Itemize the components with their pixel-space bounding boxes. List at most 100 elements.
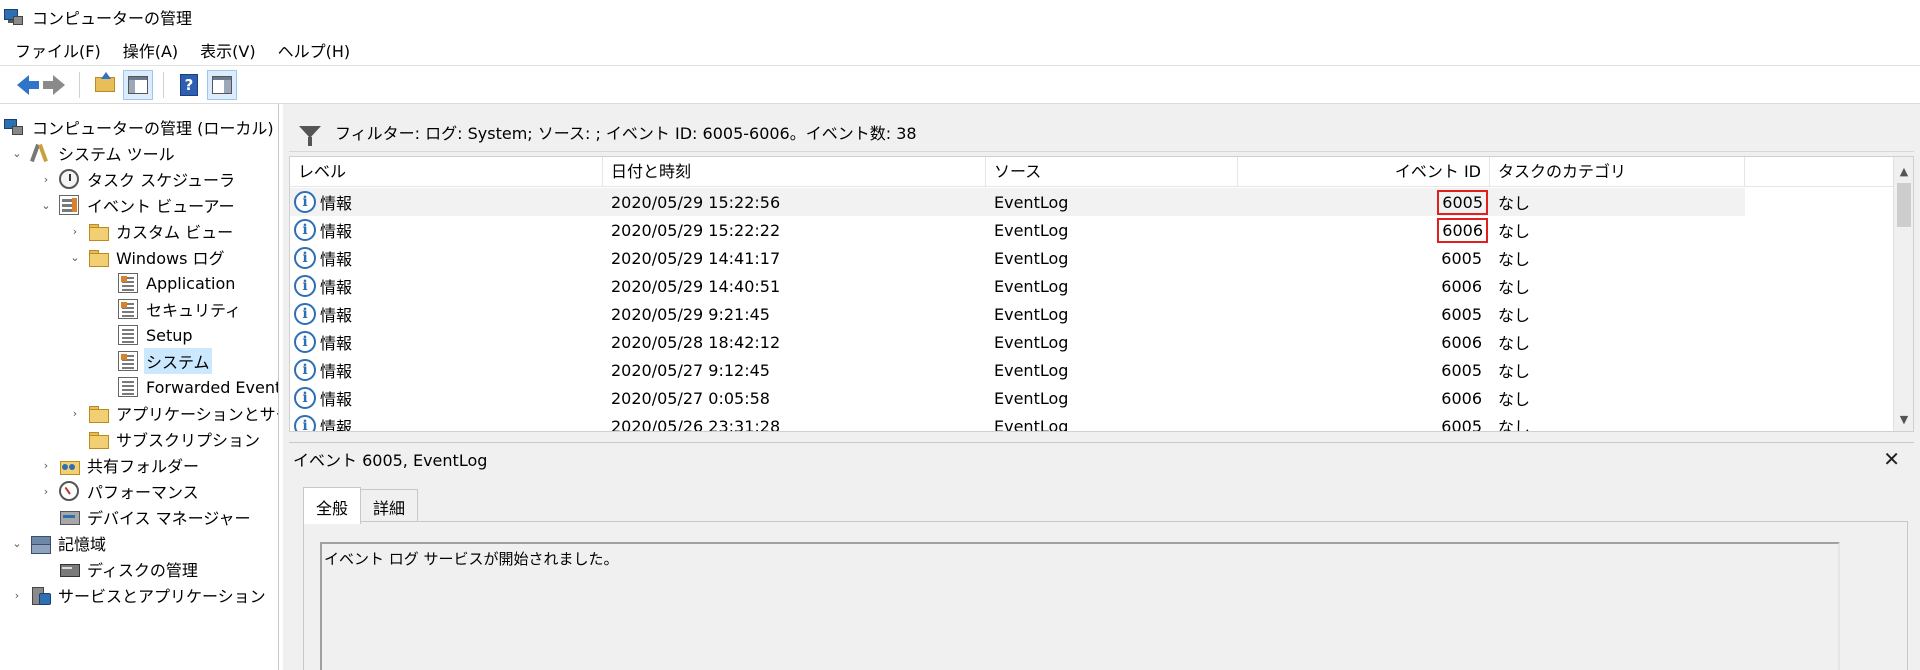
table-row[interactable]: i 情報 2020/05/27 9:12:45 EventLog 6005 なし [290,356,1745,384]
back-button[interactable] [6,70,39,100]
tree-item-label: システム ツール [58,145,175,164]
tree-item-label: タスク スケジューラ [87,171,235,190]
filter-bar: フィルター: ログ: System; ソース: ; イベント ID: 6005-… [289,112,1914,152]
tree-item-system[interactable]: システム [118,348,212,374]
log-icon [118,299,138,319]
scroll-down-icon[interactable]: ▼ [1894,409,1913,429]
chevron-down-icon[interactable]: ⌄ [68,250,82,264]
column-header-datetime[interactable]: 日付と時刻 [603,157,986,186]
chevron-right-icon[interactable]: › [39,484,53,498]
row-level: 情報 [320,222,353,241]
row-event-id-highlighted: 6006 [1437,217,1488,243]
tab-general[interactable]: 全般 [303,487,362,524]
chevron-down-icon[interactable]: ⌄ [10,146,24,160]
column-header-level[interactable]: レベル [290,157,603,186]
chevron-right-icon[interactable]: › [39,172,53,186]
scroll-thumb[interactable] [1897,183,1911,227]
tab-details[interactable]: 詳細 [360,489,419,524]
chevron-right-icon[interactable]: › [10,588,24,602]
row-category: なし [1498,222,1531,241]
console-tree-icon [128,75,148,94]
tree-item-custom-views[interactable]: › カスタム ビュー [68,218,235,244]
row-category: なし [1498,278,1531,297]
folder-icon [88,221,109,241]
chevron-right-icon[interactable]: › [68,224,82,238]
log-icon [118,351,138,371]
row-event-id: 6005 [1441,360,1482,380]
up-one-level-button[interactable] [90,70,120,100]
tree-item-label: 記憶域 [58,535,107,554]
tree-item-label: ディスクの管理 [87,561,198,580]
column-header-category[interactable]: タスクのカテゴリ [1490,157,1745,186]
row-category: なし [1498,418,1531,432]
table-row[interactable]: i 情報 2020/05/27 0:05:58 EventLog 6006 なし [290,384,1745,412]
show-hide-console-tree-button[interactable] [123,69,153,100]
tree-item-setup[interactable]: Setup [118,322,195,348]
tree-item-performance[interactable]: › パフォーマンス [39,478,201,504]
device-manager-icon [59,507,80,527]
show-hide-action-pane-button[interactable] [207,69,237,100]
table-row[interactable]: i 情報 2020/05/29 15:22:56 EventLog 6005 なし [290,188,1745,216]
tree-item-label: システム [144,348,212,374]
tree-item-label: Windows ログ [116,249,225,268]
row-level: 情報 [320,418,353,432]
information-icon: i [294,331,316,353]
information-icon: i [294,303,316,325]
event-list-scrollbar[interactable]: ▲ ▼ [1893,157,1913,431]
row-level: 情報 [320,250,353,269]
forward-arrow-icon [43,74,65,95]
row-category: なし [1498,194,1531,213]
help-button[interactable]: ? [174,70,204,100]
forward-button[interactable] [39,70,69,100]
column-header-source[interactable]: ソース [986,157,1238,186]
table-row[interactable]: i 情報 2020/05/29 15:22:22 EventLog 6006 なし [290,216,1745,244]
table-row[interactable]: i 情報 2020/05/29 14:41:17 EventLog 6005 なし [290,244,1745,272]
tree-item-label: 共有フォルダー [87,457,200,476]
table-row[interactable]: i 情報 2020/05/29 14:40:51 EventLog 6006 なし [290,272,1745,300]
tree-item-application[interactable]: Application [118,270,237,296]
filter-icon [299,125,321,146]
log-icon [118,273,138,293]
tree-item-label: Application [146,273,236,293]
tree-item-apps-and-services[interactable]: › アプリケーションとサービス [68,400,278,426]
performance-icon [59,481,79,501]
shared-folder-icon [59,455,80,475]
tree-item-shared-folders[interactable]: › 共有フォルダー [39,452,201,478]
chevron-down-icon[interactable]: ⌄ [39,198,53,212]
tree-item-windows-logs[interactable]: ⌄ Windows ログ [68,244,227,270]
tree-item-storage[interactable]: ⌄ 記憶域 [10,530,108,556]
row-source: EventLog [994,388,1069,408]
column-header-event-id[interactable]: イベント ID [1238,157,1490,186]
tree-item-disk-management[interactable]: ディスクの管理 [59,556,200,582]
row-datetime: 2020/05/27 0:05:58 [611,388,770,408]
back-arrow-icon [17,74,39,95]
tree-item-security[interactable]: セキュリティ [118,296,243,322]
tree-item-event-viewer[interactable]: ⌄ イベント ビューアー [39,192,237,218]
tree-item-task-scheduler[interactable]: › タスク スケジューラ [39,166,237,192]
chevron-down-icon[interactable]: ⌄ [10,536,24,550]
tree-item-root[interactable]: コンピューターの管理 (ローカル) [4,114,276,140]
chevron-right-icon[interactable]: › [39,458,53,472]
log-icon [118,377,138,397]
tree-item-system-tools[interactable]: ⌄ システム ツール [10,140,177,166]
subscription-icon [88,429,109,449]
filter-text: フィルター: ログ: System; ソース: ; イベント ID: 6005-… [335,123,917,143]
table-row[interactable]: i 情報 2020/05/26 23:31:28 EventLog 6005 なし [290,412,1745,432]
computer-management-window: コンピューターの管理 ファイル(F) 操作(A) 表示(V) ヘルプ(H) ? … [0,0,1920,670]
table-row[interactable]: i 情報 2020/05/29 9:21:45 EventLog 6005 なし [290,300,1745,328]
chevron-right-icon[interactable]: › [68,406,82,420]
menu-help[interactable]: ヘルプ(H) [269,34,360,66]
tree-item-subscriptions[interactable]: サブスクリプション [88,426,262,452]
event-viewer-icon [59,195,79,215]
event-detail-pane: イベント 6005, EventLog ✕ 全般 詳細 イベント ログ サービス… [289,442,1914,670]
scroll-up-icon[interactable]: ▲ [1894,161,1913,181]
tree-item-label: コンピューターの管理 (ローカル) [32,119,274,138]
menu-file[interactable]: ファイル(F) [6,34,110,66]
menu-view[interactable]: 表示(V) [191,34,264,66]
table-row[interactable]: i 情報 2020/05/28 18:42:12 EventLog 6006 なし [290,328,1745,356]
tree-item-device-manager[interactable]: デバイス マネージャー [59,504,253,530]
menu-action[interactable]: 操作(A) [114,34,187,66]
close-icon[interactable]: ✕ [1883,447,1900,471]
tree-item-forwarded-events[interactable]: Forwarded Event [118,374,278,400]
tree-item-services-and-apps[interactable]: › サービスとアプリケーション [10,582,268,608]
